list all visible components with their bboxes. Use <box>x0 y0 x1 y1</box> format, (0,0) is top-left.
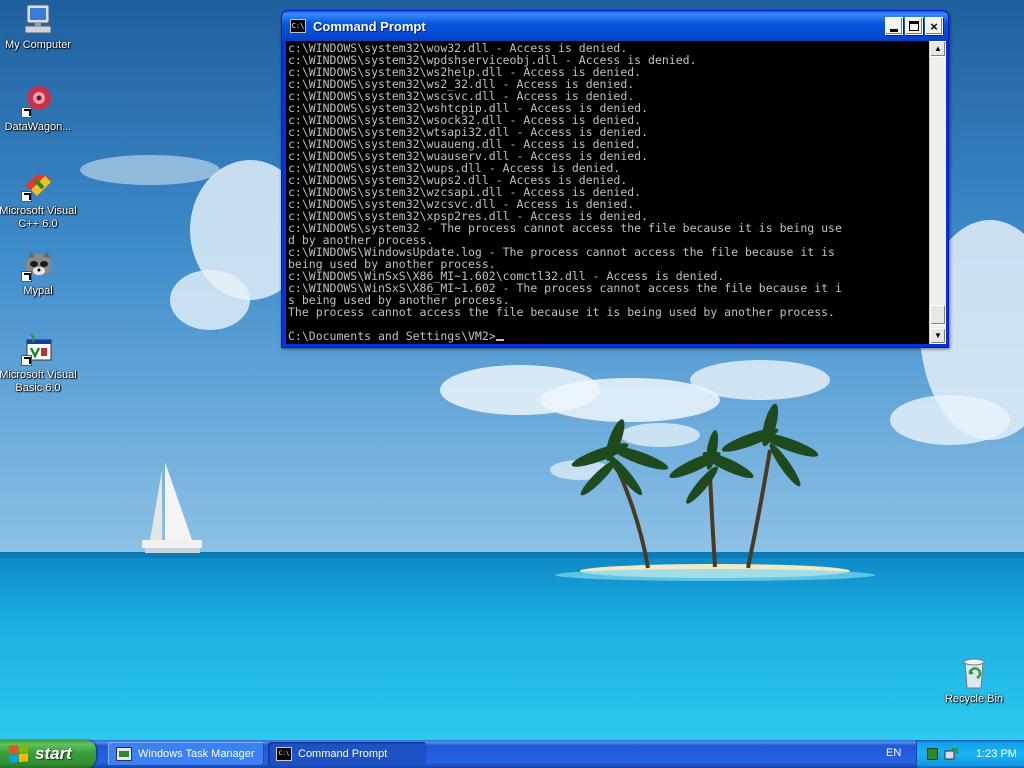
shortcut-arrow-icon <box>21 191 32 202</box>
taskbar-item-task-manager[interactable]: Windows Task Manager <box>108 742 264 766</box>
shortcut-arrow-icon <box>21 355 32 366</box>
scroll-down-button[interactable]: ▼ <box>930 328 946 344</box>
language-indicator[interactable]: EN <box>886 747 901 759</box>
scroll-thumb[interactable] <box>930 305 946 325</box>
command-prompt-icon: C:\ <box>276 747 292 761</box>
start-label: start <box>35 744 72 763</box>
command-prompt-window[interactable]: C:\ Command Prompt × c:\WINDOWS\system32… <box>281 10 949 348</box>
network-icon[interactable] <box>927 748 938 760</box>
window-controls: × <box>885 17 943 35</box>
window-title: Command Prompt <box>313 18 426 34</box>
taskbar: start Windows Task Manager C:\ Command P… <box>0 740 1024 768</box>
taskbar-item-command-prompt[interactable]: C:\ Command Prompt <box>268 742 426 766</box>
window-titlebar[interactable]: C:\ Command Prompt × <box>282 11 948 41</box>
desktop-icon-label: Microsoft Visual Basic 6.0 <box>0 369 77 394</box>
desktop-icon-visual-basic[interactable]: Microsoft Visual Basic 6.0 <box>0 332 78 395</box>
desktop-icon-visual-cpp[interactable]: Microsoft Visual C++ 6.0 <box>0 168 78 231</box>
console-line: The process cannot access the file becau… <box>288 305 835 319</box>
taskbar-item-label: Windows Task Manager <box>138 748 255 760</box>
desktop-icon-my-computer[interactable]: My Computer <box>0 2 78 52</box>
close-button[interactable]: × <box>925 17 943 35</box>
desktop-icon-label: My Computer <box>4 39 72 51</box>
taskbar-item-label: Command Prompt <box>298 748 388 760</box>
maximize-icon <box>909 21 919 31</box>
clock[interactable]: 1:23 PM <box>976 748 1017 760</box>
scroll-up-button[interactable]: ▲ <box>930 41 946 57</box>
datawagon-icon <box>21 84 55 118</box>
minimize-button[interactable] <box>885 17 903 35</box>
recycle-bin-icon <box>957 656 991 690</box>
console-prompt-line[interactable]: C:\Documents and Settings\VM2> <box>288 330 929 342</box>
desktop-icon-label: Recycle Bin <box>944 693 1004 705</box>
desktop-icon-recycle-bin[interactable]: Recycle Bin <box>934 656 1014 706</box>
task-manager-icon <box>116 747 132 761</box>
text-cursor <box>495 339 504 341</box>
desktop-icon-label: Microsoft Visual C++ 6.0 <box>0 205 77 230</box>
minimize-icon <box>890 28 898 32</box>
command-prompt-icon[interactable]: C:\ <box>290 19 306 33</box>
console-output[interactable]: c:\WINDOWS\system32\wow32.dll - Access i… <box>286 41 929 344</box>
desktop-icon-mypal[interactable]: Mypal <box>0 248 78 298</box>
desktop-icon-label: Mypal <box>23 285 53 297</box>
my-computer-icon <box>21 2 55 36</box>
console-prompt: C:\Documents and Settings\VM2> <box>288 329 496 343</box>
desktop-icon-label: DataWagon... <box>4 121 72 133</box>
visual-cpp-icon <box>21 168 55 202</box>
shortcut-arrow-icon <box>21 271 32 282</box>
windows-logo-icon <box>9 744 29 763</box>
vertical-scrollbar[interactable]: ▲ ▼ <box>929 41 946 344</box>
maximize-button[interactable] <box>905 17 923 35</box>
safely-remove-hardware-icon[interactable] <box>944 747 958 761</box>
visual-basic-icon <box>21 332 55 366</box>
shortcut-arrow-icon <box>21 107 32 118</box>
desktop-icon-datawagon[interactable]: DataWagon... <box>0 84 78 134</box>
mypal-raccoon-icon <box>21 248 55 282</box>
system-tray: 1:23 PM <box>916 740 1024 768</box>
start-button[interactable]: start <box>0 740 96 768</box>
